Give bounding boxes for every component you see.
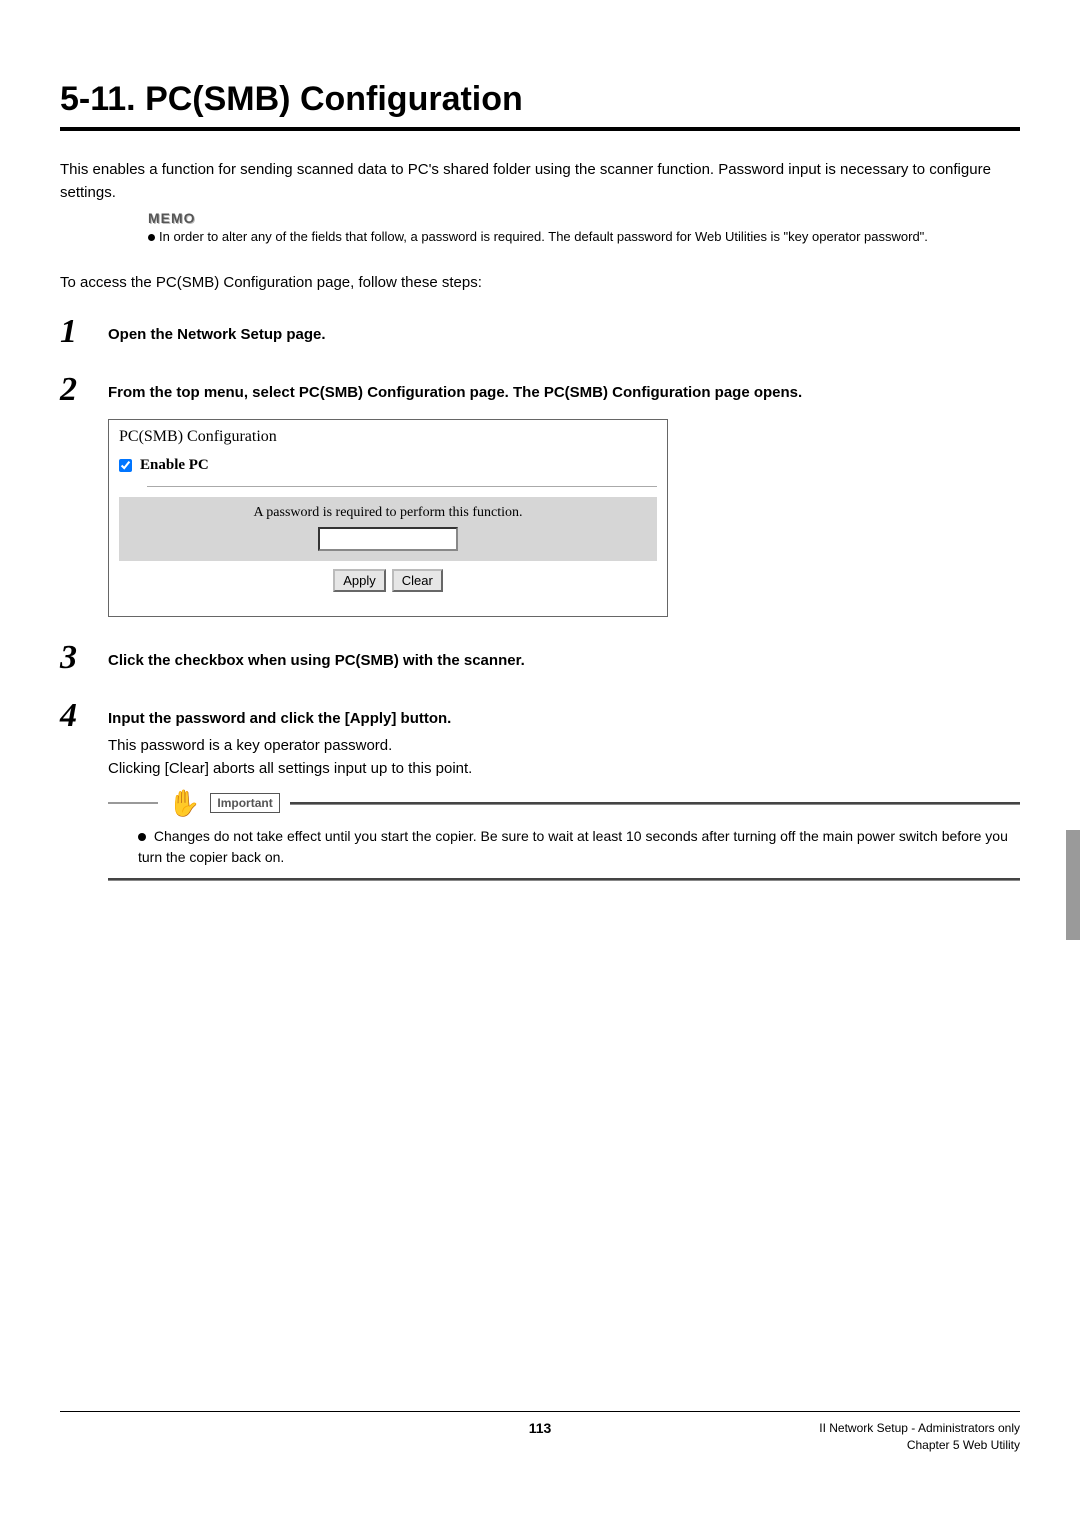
password-message: A password is required to perform this f…: [119, 505, 657, 521]
step-3-text: Click the checkbox when using PC(SMB) wi…: [108, 649, 1020, 673]
step-2: 2 From the top menu, select PC(SMB) Conf…: [60, 373, 1020, 617]
page-title: 5-11. PC(SMB) Configuration: [60, 80, 1020, 131]
step-4-note2: Clicking [Clear] aborts all settings inp…: [108, 758, 1020, 781]
step-1: 1 Open the Network Setup page.: [60, 315, 1020, 349]
page-number: 113: [529, 1420, 552, 1436]
important-text: Changes do not take effect until you sta…: [138, 826, 1020, 868]
important-text-inner: Changes do not take effect until you sta…: [138, 828, 1008, 865]
password-section: A password is required to perform this f…: [119, 497, 657, 561]
step-4: 4 Input the password and click the [Appl…: [60, 699, 1020, 780]
access-instruction: To access the PC(SMB) Configuration page…: [60, 274, 1020, 291]
intro-paragraph: This enables a function for sending scan…: [60, 159, 1020, 204]
section-tab: [1066, 830, 1080, 940]
important-block: ✋ Important Changes do not take effect u…: [108, 790, 1020, 881]
step-4-note1: This password is a key operator password…: [108, 735, 1020, 758]
step-number: 2: [60, 373, 108, 407]
step-1-text: Open the Network Setup page.: [108, 323, 1020, 347]
memo-text: In order to alter any of the fields that…: [148, 228, 1020, 246]
step-number: 1: [60, 315, 108, 349]
step-2-text: From the top menu, select PC(SMB) Config…: [108, 381, 1020, 405]
enable-pc-checkbox[interactable]: [119, 459, 132, 472]
footer-chapter: Chapter 5 Web Utility: [819, 1437, 1020, 1454]
clear-button[interactable]: Clear: [392, 569, 443, 592]
step-number: 4: [60, 699, 108, 733]
enable-pc-label: Enable PC: [140, 457, 209, 473]
memo-label: MEMO: [148, 210, 1020, 226]
apply-button[interactable]: Apply: [333, 569, 386, 592]
important-bottom-rule: [108, 878, 1020, 881]
separator: [147, 486, 657, 487]
password-input[interactable]: [318, 527, 458, 551]
footer: 113 II Network Setup - Administrators on…: [60, 1411, 1020, 1454]
important-rule-right: [290, 802, 1020, 805]
memo-block: MEMO In order to alter any of the fields…: [148, 210, 1020, 246]
step-3: 3 Click the checkbox when using PC(SMB) …: [60, 641, 1020, 675]
enable-pc-row: Enable PC: [109, 456, 667, 486]
hand-icon: ✋: [168, 790, 200, 816]
step-number: 3: [60, 641, 108, 675]
dialog-title: PC(SMB) Configuration: [109, 420, 667, 456]
step-4-text: Input the password and click the [Apply]…: [108, 707, 1020, 731]
important-label: Important: [210, 793, 279, 813]
important-rule-left: [108, 802, 158, 804]
memo-text-inner: In order to alter any of the fields that…: [159, 229, 928, 244]
footer-section: II Network Setup - Administrators only: [819, 1420, 1020, 1437]
config-dialog: PC(SMB) Configuration Enable PC A passwo…: [108, 419, 668, 617]
